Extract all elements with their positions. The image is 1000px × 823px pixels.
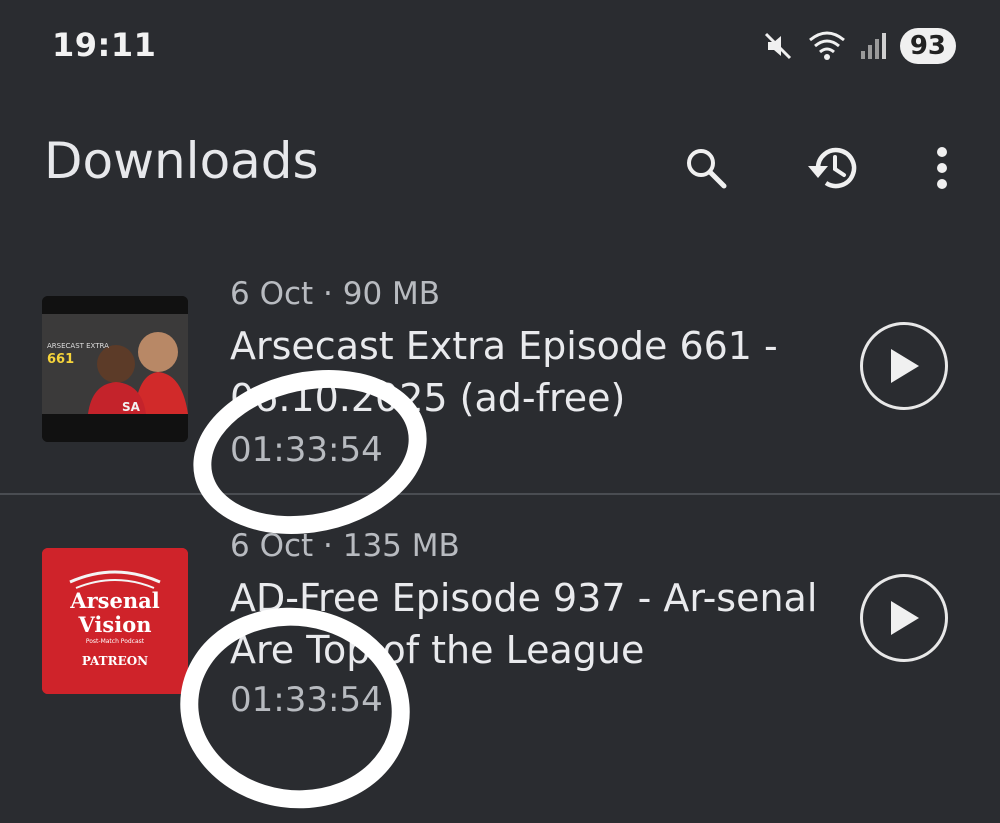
battery-indicator: 93 [899, 28, 956, 64]
search-icon [687, 149, 727, 189]
status-bar: 19:11 93 [0, 0, 1000, 90]
episode-title[interactable]: AD-Free Episode 937 - Ar-senal Are Top o… [230, 572, 820, 676]
thumb-title-line1: Arsenal [70, 588, 160, 613]
download-meta: 6 Oct · 135 MB [230, 528, 460, 564]
status-icons: 93 [762, 28, 956, 64]
download-meta: 6 Oct · 90 MB [230, 276, 441, 312]
episode-duration: 01:33:54 [230, 680, 383, 720]
app-bar: Downloads [0, 120, 1000, 210]
play-button[interactable] [860, 574, 948, 662]
status-time: 19:11 [52, 26, 157, 64]
download-item[interactable]: ARSECAST EXTRA 661 SA 6 Oct · 90 MB Arse… [0, 242, 1000, 494]
episode-thumbnail: Arsenal Vision Post-Match Podcast PATREO… [42, 548, 188, 694]
play-icon [891, 601, 919, 635]
more-vert-icon [937, 147, 947, 189]
search-button[interactable] [676, 138, 736, 198]
thumb-label-top: ARSECAST EXTRA [47, 342, 109, 350]
wifi-icon [808, 30, 846, 62]
thumb-label-number: 661 [47, 352, 75, 367]
more-options-button[interactable] [912, 138, 972, 198]
thumb-title-line2: Vision [78, 612, 152, 637]
mute-icon [762, 30, 794, 62]
signal-icon [860, 31, 886, 61]
play-icon [891, 349, 919, 383]
episode-title[interactable]: Arsecast Extra Episode 661 - 06.10.2025 … [230, 320, 820, 424]
thumb-subtitle: Post-Match Podcast [85, 638, 145, 645]
page-title: Downloads [44, 132, 319, 190]
thumb-shirt-text: SA [122, 400, 140, 414]
history-button[interactable] [802, 138, 862, 198]
thumb-badge: PATREON [81, 654, 149, 668]
play-button[interactable] [860, 322, 948, 410]
history-icon [808, 147, 857, 189]
download-item[interactable]: Arsenal Vision Post-Match Podcast PATREO… [0, 494, 1000, 746]
episode-duration: 01:33:54 [230, 430, 383, 470]
episode-thumbnail: ARSECAST EXTRA 661 SA [42, 296, 188, 442]
